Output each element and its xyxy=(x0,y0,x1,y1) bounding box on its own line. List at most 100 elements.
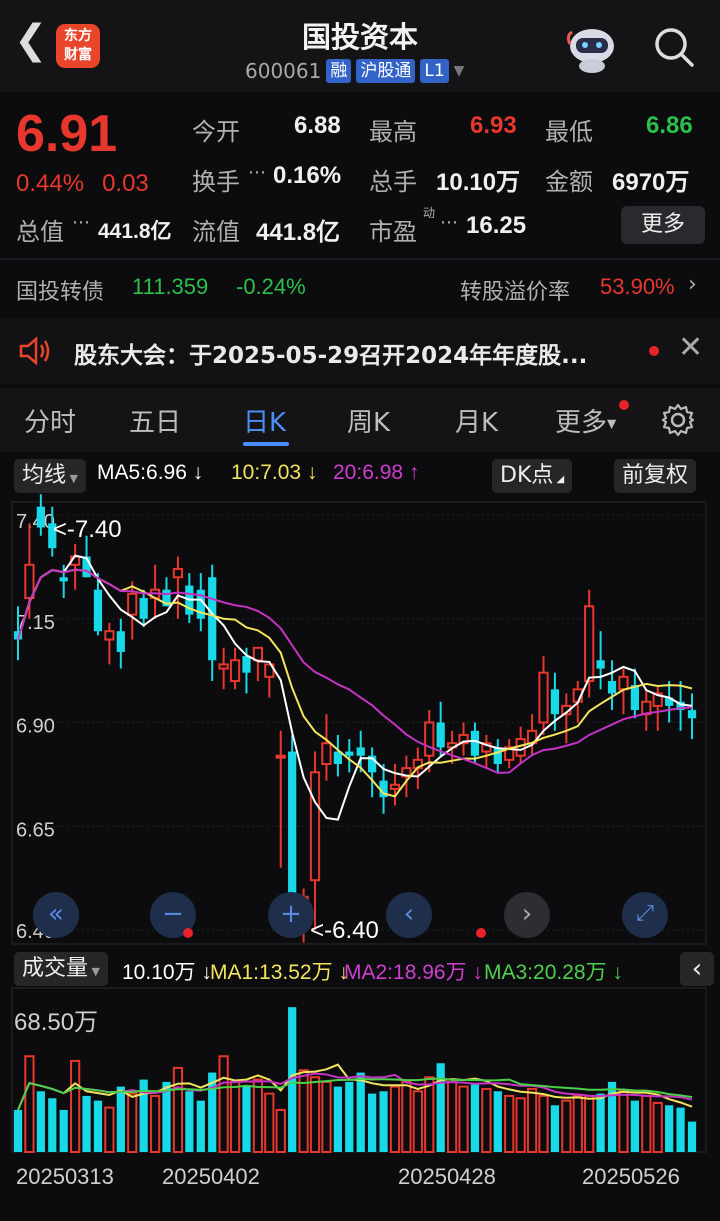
volume-bar xyxy=(401,1080,412,1153)
volume-bar xyxy=(424,1076,435,1154)
volume-bar xyxy=(298,1069,309,1153)
candle-body xyxy=(630,685,639,711)
date-tick-1: 20250313 xyxy=(16,1164,114,1189)
candle-body xyxy=(242,656,251,673)
volume-bar xyxy=(264,1092,275,1153)
volume-selector-label: 成交量 xyxy=(22,956,89,981)
date-tick-3: 20250428 xyxy=(398,1164,496,1189)
volume-bar xyxy=(321,1080,332,1153)
volume-bar xyxy=(288,1007,297,1152)
volume-bar xyxy=(127,1092,138,1153)
volume-bar xyxy=(48,1098,57,1152)
date-tick-4: 20250526 xyxy=(582,1164,680,1189)
volume-bar xyxy=(116,1086,125,1152)
volume-bar xyxy=(162,1081,171,1152)
volume-bar xyxy=(596,1093,605,1152)
candle-body xyxy=(59,577,68,582)
volume-bar xyxy=(149,1094,161,1154)
candle-body xyxy=(618,675,629,691)
volume-bar xyxy=(345,1081,354,1152)
candle-body xyxy=(127,592,138,616)
kline-chart[interactable]: 7.407.156.906.656.40<-7.40<-6.40 xyxy=(0,0,720,950)
volume-bar xyxy=(458,1085,469,1153)
volume-bar xyxy=(526,1087,538,1154)
high-annotation: <-7.40 xyxy=(53,516,122,543)
candle-body xyxy=(596,660,605,669)
scroll-left-fast-icon[interactable]: « xyxy=(33,892,79,938)
volume-bar xyxy=(36,1091,45,1152)
candle-body xyxy=(550,689,560,715)
volume-bar xyxy=(665,1105,674,1152)
vol-ma2-line xyxy=(17,1072,693,1111)
candle-body xyxy=(389,783,401,790)
volume-bar xyxy=(584,1094,595,1154)
scroll-left-icon[interactable]: ‹ xyxy=(386,892,432,938)
vol-ma3-value: MA3:20.28万 ↓ xyxy=(484,961,623,984)
price-tick-label: 6.65 xyxy=(16,819,55,841)
volume-bar xyxy=(470,1084,480,1152)
candle-body xyxy=(607,681,617,694)
volume-bar xyxy=(333,1086,342,1152)
vol-text: 10.10万 xyxy=(122,961,196,984)
vol-ma2-text: MA2:18.96万 xyxy=(344,961,467,984)
volume-bar xyxy=(561,1099,572,1154)
volume-bar xyxy=(70,1059,81,1154)
volume-bar xyxy=(481,1087,492,1154)
candle-body xyxy=(208,577,217,661)
vol-ma3-line xyxy=(17,1077,693,1111)
volume-bar xyxy=(309,1076,321,1154)
ma10-line xyxy=(17,568,693,798)
candle-body xyxy=(345,751,354,756)
price-tick-label: 7.15 xyxy=(16,612,55,634)
candle-body xyxy=(584,605,595,682)
event-dot xyxy=(183,928,193,938)
volume-bar xyxy=(641,1094,652,1154)
volume-bar xyxy=(82,1095,91,1152)
volume-bar xyxy=(436,1063,445,1152)
price-tick-label: 6.90 xyxy=(16,716,55,738)
volume-bar xyxy=(607,1081,617,1152)
volume-bar xyxy=(218,1055,229,1153)
candle-body xyxy=(218,663,229,670)
volume-bar xyxy=(630,1100,639,1152)
volume-bar xyxy=(515,1097,526,1153)
scroll-right-icon[interactable]: › xyxy=(504,892,550,938)
candle-body xyxy=(24,563,35,599)
collapse-panel-icon[interactable]: ‹ xyxy=(680,952,714,986)
candle-body xyxy=(275,754,286,759)
fullscreen-icon[interactable]: ⤢ xyxy=(622,892,668,938)
candle-body xyxy=(116,631,125,652)
vol-ma1-value: MA1:13.52万 ↓ xyxy=(210,961,349,984)
volume-bar xyxy=(139,1079,148,1152)
volume-bar xyxy=(446,1080,458,1153)
vol-ma2-value: MA2:18.96万 ↓ xyxy=(344,961,483,984)
volume-bar xyxy=(493,1091,502,1152)
date-tick-2: 20250402 xyxy=(162,1164,260,1189)
volume-bar xyxy=(93,1100,103,1152)
volume-bar xyxy=(208,1072,217,1152)
volume-bar xyxy=(572,1094,583,1154)
volume-bar xyxy=(59,1109,68,1152)
candle-body xyxy=(93,589,103,632)
volume-indicator-bar: 成交量 ▼ 10.10万 ↓ MA1:13.52万 ↓ MA2:18.96万 ↓… xyxy=(0,950,720,988)
candle-body xyxy=(356,747,365,756)
volume-bar xyxy=(13,1109,23,1152)
volume-bar xyxy=(389,1085,401,1153)
candle-body xyxy=(229,659,241,682)
caret-down-icon: ▼ xyxy=(88,965,100,978)
ma5-line xyxy=(17,554,693,821)
volume-bar xyxy=(24,1055,35,1153)
volume-bar xyxy=(538,1094,549,1154)
volume-selector[interactable]: 成交量 ▼ xyxy=(14,952,108,986)
volume-bar xyxy=(412,1090,423,1153)
candle-body xyxy=(436,722,445,748)
zoom-in-icon[interactable]: + xyxy=(268,892,314,938)
volume-bar xyxy=(550,1105,560,1152)
volume-bar xyxy=(229,1080,241,1153)
event-dot xyxy=(476,928,486,938)
volume-bar xyxy=(242,1086,251,1152)
candle-body xyxy=(538,671,549,724)
vol-ma3-text: MA3:20.28万 xyxy=(484,961,607,984)
candle-body xyxy=(139,598,148,619)
volume-bar xyxy=(356,1072,365,1152)
